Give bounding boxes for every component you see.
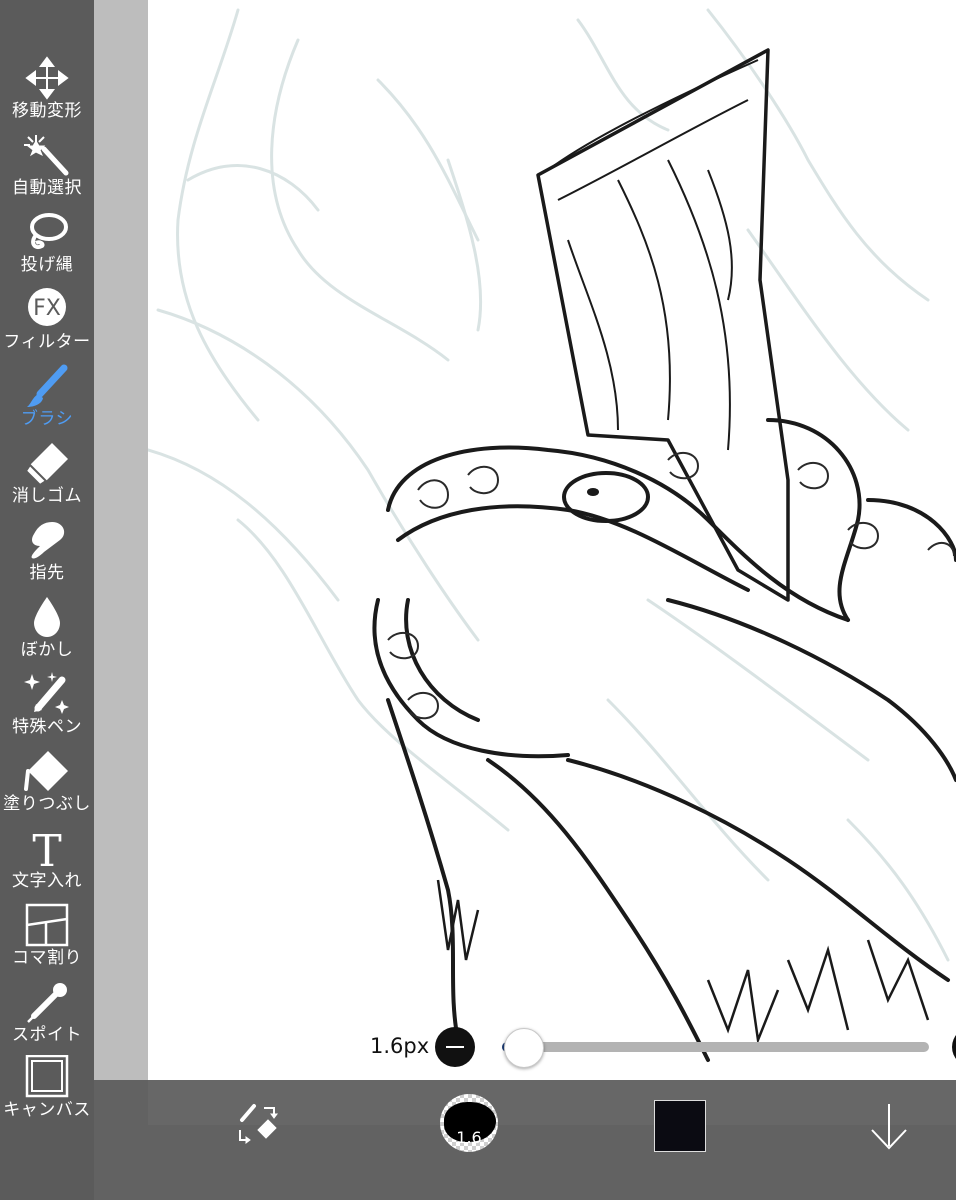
tool-label: 指先 <box>29 563 65 583</box>
brush-size-readout: 1.6px <box>370 1034 430 1058</box>
canvas-margin <box>94 0 148 1080</box>
text-glyph: T <box>32 826 61 872</box>
tool-label: 塗りつぶし <box>3 794 91 814</box>
tool-panel-split[interactable]: コマ割り <box>0 903 94 979</box>
fx-glyph: FX <box>33 296 61 321</box>
tool-filter[interactable]: FX フィルター <box>0 287 94 363</box>
tool-label: 移動変形 <box>12 101 82 121</box>
eraser-icon <box>24 443 68 487</box>
tool-label: 投げ縄 <box>20 255 74 275</box>
tool-label: ぼかし <box>20 640 74 660</box>
color-picker-button[interactable] <box>654 1100 706 1152</box>
tool-bucket-fill[interactable]: 塗りつぶし <box>0 749 94 825</box>
tool-sidebar: 移動変形 自動選択 投げ縄 FX フィルター ブラシ 消しゴム 指先 ぼかし 特… <box>0 0 94 1200</box>
tool-label: 文字入れ <box>12 871 82 891</box>
tool-label: 特殊ペン <box>12 717 82 737</box>
tool-lasso[interactable]: 投げ縄 <box>0 210 94 286</box>
brush-eraser-swap-icon[interactable] <box>234 1100 282 1148</box>
tool-auto-select[interactable]: 自動選択 <box>0 133 94 209</box>
tool-special-pen[interactable]: 特殊ペン <box>0 672 94 748</box>
tool-eraser[interactable]: 消しゴム <box>0 441 94 517</box>
slider-thumb[interactable] <box>504 1028 545 1068</box>
bucket-fill-icon <box>24 751 68 791</box>
arrow-down-icon[interactable] <box>864 1100 914 1154</box>
tool-canvas[interactable]: キャンバス <box>0 1055 94 1131</box>
tool-brush[interactable]: ブラシ <box>0 364 94 440</box>
tool-label: 消しゴム <box>12 486 82 506</box>
brush-size-decrease-button[interactable] <box>435 1027 475 1067</box>
drawing-canvas[interactable] <box>148 0 956 1125</box>
tool-label: フィルター <box>3 332 91 352</box>
tool-label: 自動選択 <box>12 178 82 198</box>
line-art-drawing <box>148 8 956 1062</box>
fx-filter-icon: FX <box>28 288 66 326</box>
canvas-icon <box>25 1055 69 1098</box>
move-transform-icon <box>25 56 69 100</box>
brush-icon <box>27 364 68 407</box>
magic-wand-icon <box>24 135 69 176</box>
text-icon: T <box>32 826 61 872</box>
tool-label: ブラシ <box>20 409 74 429</box>
tool-eyedropper[interactable]: スポイト <box>0 980 94 1056</box>
brush-size-control: 1.6px <box>94 1020 956 1076</box>
bottom-toolbar: 1.6 <box>94 1080 956 1200</box>
tool-finger[interactable]: 指先 <box>0 518 94 594</box>
tool-move-transform[interactable]: 移動変形 <box>0 56 94 132</box>
tool-blur[interactable]: ぼかし <box>0 595 94 671</box>
blur-drop-icon <box>34 597 60 637</box>
eyedropper-icon <box>27 983 67 1023</box>
lasso-icon <box>30 213 68 249</box>
tool-label: コマ割り <box>12 948 82 968</box>
brush-size-slider[interactable] <box>502 1028 929 1068</box>
tool-label: スポイト <box>12 1025 82 1045</box>
finger-smudge-icon <box>31 522 65 559</box>
tool-label: キャンバス <box>3 1100 91 1120</box>
brush-size-increase-button[interactable] <box>952 1027 956 1067</box>
brush-size-label: 1.6 <box>456 1128 482 1147</box>
brush-preview-button[interactable]: 1.6 <box>440 1094 498 1152</box>
panel-split-icon <box>25 903 69 947</box>
tool-text[interactable]: T 文字入れ <box>0 826 94 902</box>
special-pen-icon <box>24 672 69 714</box>
